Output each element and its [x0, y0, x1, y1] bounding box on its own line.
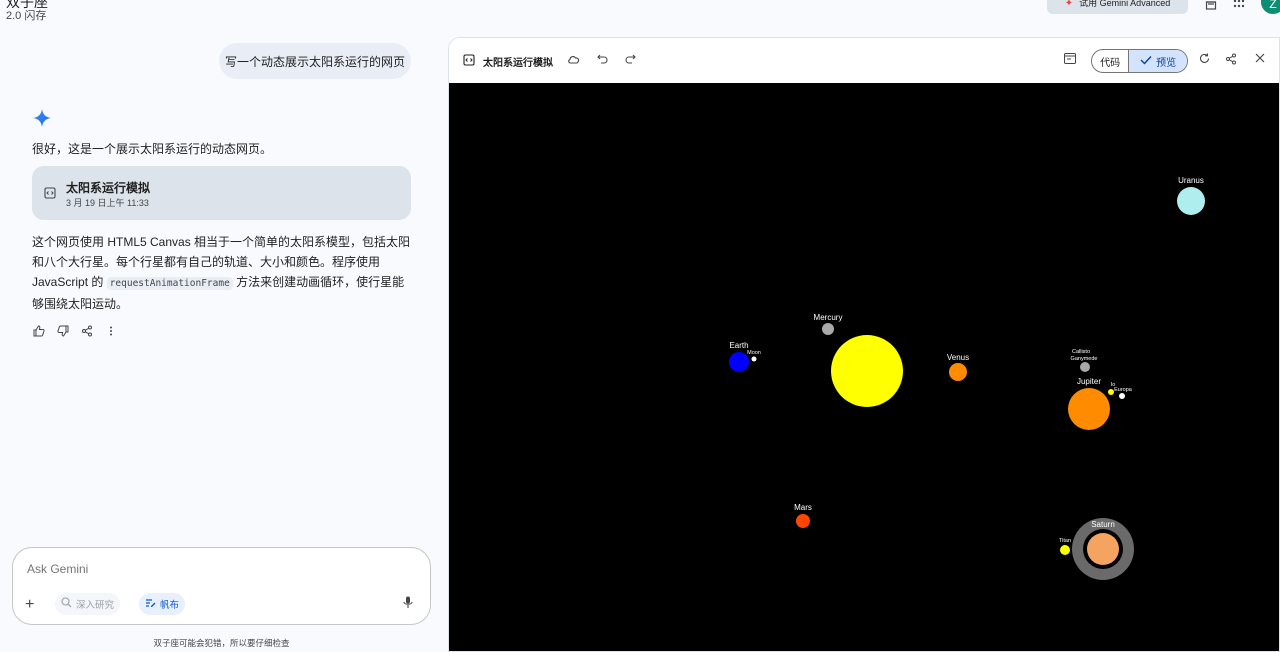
- model-selector[interactable]: 2.0 闪存: [6, 7, 46, 23]
- mars-label: Mars: [794, 503, 812, 512]
- canvas-icon: [145, 597, 156, 611]
- apps-grid-icon[interactable]: [1231, 0, 1247, 12]
- mars-body: [796, 514, 810, 528]
- artifact-title: 太阳系运行模拟: [66, 181, 151, 195]
- preview-tab[interactable]: 预览: [1129, 50, 1187, 72]
- close-icon[interactable]: [1255, 53, 1265, 63]
- response-actions: [32, 324, 118, 338]
- response-body: 这个网页使用 HTML5 Canvas 相当于一个简单的太阳系模型，包括太阳和八…: [32, 232, 414, 314]
- earth-body: [729, 352, 749, 372]
- panel-header: 太阳系运行模拟 代码 预览: [449, 38, 1279, 83]
- undo-icon[interactable]: [597, 53, 608, 64]
- uranus-body: [1177, 187, 1205, 215]
- code-tab[interactable]: 代码: [1092, 50, 1130, 72]
- view-toggle: 代码 预览: [1091, 49, 1188, 73]
- venus-body: [949, 363, 967, 381]
- mercury-body: [822, 323, 834, 335]
- check-icon: [1140, 55, 1152, 68]
- canvas-panel: 太阳系运行模拟 代码 预览 Mercury Venus Earth Moon M…: [448, 37, 1280, 652]
- prompt-input[interactable]: [27, 562, 387, 576]
- mic-icon[interactable]: [403, 596, 413, 612]
- mercury-label: Mercury: [814, 313, 843, 322]
- jupiter-body: [1068, 388, 1110, 430]
- upgrade-label: 试用 Gemini Advanced: [1079, 0, 1171, 8]
- user-message: 写一个动态展示太阳系运行的网页: [219, 43, 411, 79]
- response-code: requestAnimationFrame: [106, 277, 233, 290]
- sparkle-icon: ✦: [1064, 0, 1074, 9]
- thumbs-down-icon[interactable]: [56, 324, 70, 338]
- add-icon[interactable]: +: [25, 596, 34, 614]
- sun-body: [831, 335, 903, 407]
- cloud-icon[interactable]: [567, 53, 581, 65]
- venus-label: Venus: [947, 353, 969, 362]
- research-icon: [61, 597, 72, 611]
- thumbs-up-icon[interactable]: [32, 324, 46, 338]
- gemini-sparkle-icon: [32, 108, 52, 128]
- earth-label: Earth: [729, 341, 748, 350]
- avatar[interactable]: Z: [1261, 0, 1280, 14]
- share-icon[interactable]: [1225, 53, 1237, 65]
- titan-body: [1060, 545, 1070, 555]
- prompt-input-box: + 深入研究 帆布: [12, 547, 431, 625]
- disclaimer: 双子座可能会犯错，所以要仔细检查: [153, 638, 290, 648]
- saturn-body: [1087, 533, 1119, 565]
- europa-label: Europa: [1114, 387, 1133, 393]
- chat-column: 写一个动态展示太阳系运行的网页 很好，这是一个展示太阳系运行的动态网页。 太阳系…: [0, 26, 440, 652]
- moon-label: Moon: [747, 350, 761, 356]
- ganymede-body: [1080, 362, 1090, 372]
- refresh-icon[interactable]: [1199, 53, 1210, 64]
- solar-system-canvas: Mercury Venus Earth Moon Mars Jupiter Io Europa…: [449, 83, 1279, 651]
- panel-title: 太阳系运行模拟: [483, 58, 553, 69]
- response-intro: 很好，这是一个展示太阳系运行的动态网页。: [32, 142, 273, 156]
- top-bar: 双子座 2.0 闪存 ✦ 试用 Gemini Advanced Z: [0, 0, 1280, 26]
- gift-icon[interactable]: [1203, 0, 1219, 12]
- artifact-card[interactable]: 太阳系运行模拟 3 月 19 日上午 11:33: [32, 166, 411, 220]
- callisto-label: Callisto: [1072, 349, 1090, 355]
- uranus-label: Uranus: [1178, 176, 1204, 185]
- titan-label: Titan: [1059, 538, 1071, 544]
- jupiter-label: Jupiter: [1077, 377, 1101, 386]
- code-block-icon: [463, 54, 475, 66]
- europa-body: [1119, 393, 1125, 399]
- console-icon[interactable]: [1064, 53, 1076, 64]
- redo-icon[interactable]: [625, 53, 636, 64]
- ganymede-label: Ganymede: [1071, 356, 1098, 362]
- canvas-label: 帆布: [160, 600, 180, 611]
- code-block-icon: [44, 186, 56, 199]
- upgrade-button[interactable]: ✦ 试用 Gemini Advanced: [1047, 0, 1188, 14]
- canvas-button[interactable]: 帆布: [139, 593, 186, 615]
- deep-research-label: 深入研究: [76, 600, 115, 611]
- saturn-label: Saturn: [1091, 520, 1115, 529]
- moon-body: [751, 356, 757, 362]
- artifact-timestamp: 3 月 19 日上午 11:33: [66, 198, 149, 208]
- more-vert-icon[interactable]: [104, 324, 118, 338]
- deep-research-button[interactable]: 深入研究: [55, 593, 121, 615]
- solar-system-svg: MercuryVenusEarthMoonMarsJupiter IoEuropa…: [729, 176, 1205, 580]
- preview-label: 预览: [1156, 57, 1177, 69]
- io-body: [1108, 389, 1114, 395]
- share-icon[interactable]: [80, 324, 94, 338]
